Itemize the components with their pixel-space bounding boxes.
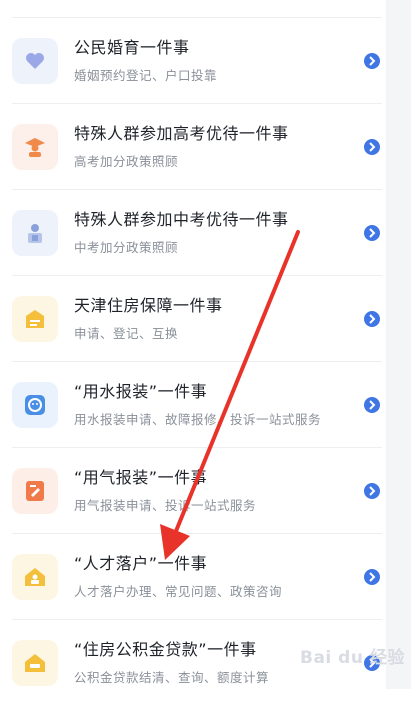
talent-house-icon <box>12 554 58 600</box>
list-item[interactable]: “人才落户”一件事 人才落户办理、常见问题、政策咨询 <box>0 534 386 620</box>
service-list: 公民婚育一件事 婚姻预约登记、户口投靠 特殊人群参加高考优待一件事 高考加分政策… <box>0 0 386 689</box>
chevron-right-icon[interactable] <box>364 139 380 155</box>
item-title: 公民婚育一件事 <box>74 38 190 57</box>
item-subtitle: 申请、登记、互换 <box>74 326 179 341</box>
gas-form-icon <box>12 468 58 514</box>
graduate-icon <box>12 124 58 170</box>
chevron-right-icon[interactable] <box>364 53 380 69</box>
item-title: “人才落户”一件事 <box>74 554 208 573</box>
list-item[interactable]: 特殊人群参加中考优待一件事 中考加分政策照顾 <box>0 190 386 276</box>
item-title: “用气报装”一件事 <box>74 468 208 487</box>
fund-house-icon <box>12 640 58 686</box>
chevron-right-icon[interactable] <box>364 225 380 241</box>
chevron-right-icon[interactable] <box>364 569 380 585</box>
item-subtitle: 用水报装申请、故障报修、投诉一站式服务 <box>74 412 322 427</box>
list-item[interactable]: 特殊人群参加高考优待一件事 高考加分政策照顾 <box>0 104 386 190</box>
item-title: “用水报装”一件事 <box>74 382 208 401</box>
list-item[interactable]: “用气报装”一件事 用气报装申请、投诉一站式服务 <box>0 448 386 534</box>
chevron-right-icon[interactable] <box>364 311 380 327</box>
item-subtitle: 人才落户办理、常见问题、政策咨询 <box>74 584 283 599</box>
watermark: Bai du 经验 <box>300 648 405 668</box>
item-subtitle: 用气报装申请、投诉一站式服务 <box>74 498 257 513</box>
list-item[interactable]: 公民婚育一件事 婚姻预约登记、户口投靠 <box>0 18 386 104</box>
item-title: 特殊人群参加中考优待一件事 <box>74 210 289 229</box>
house-card-icon <box>12 296 58 342</box>
student-icon <box>12 210 58 256</box>
chevron-right-icon[interactable] <box>364 397 380 413</box>
water-drop-icon <box>12 382 58 428</box>
item-subtitle: 高考加分政策照顾 <box>74 154 179 169</box>
list-item[interactable]: “用水报装”一件事 用水报装申请、故障报修、投诉一站式服务 <box>0 362 386 448</box>
side-strip <box>386 0 411 689</box>
list-item[interactable]: 天津住房保障一件事 申请、登记、互换 <box>0 276 386 362</box>
item-title: “住房公积金贷款”一件事 <box>74 640 257 659</box>
chevron-right-icon[interactable] <box>364 483 380 499</box>
item-subtitle: 中考加分政策照顾 <box>74 240 179 255</box>
item-title: 特殊人群参加高考优待一件事 <box>74 124 289 143</box>
item-title: 天津住房保障一件事 <box>74 296 223 315</box>
heart-icon <box>12 38 58 84</box>
item-subtitle: 婚姻预约登记、户口投靠 <box>74 68 218 83</box>
item-subtitle: 公积金贷款结清、查询、额度计算 <box>74 670 270 685</box>
